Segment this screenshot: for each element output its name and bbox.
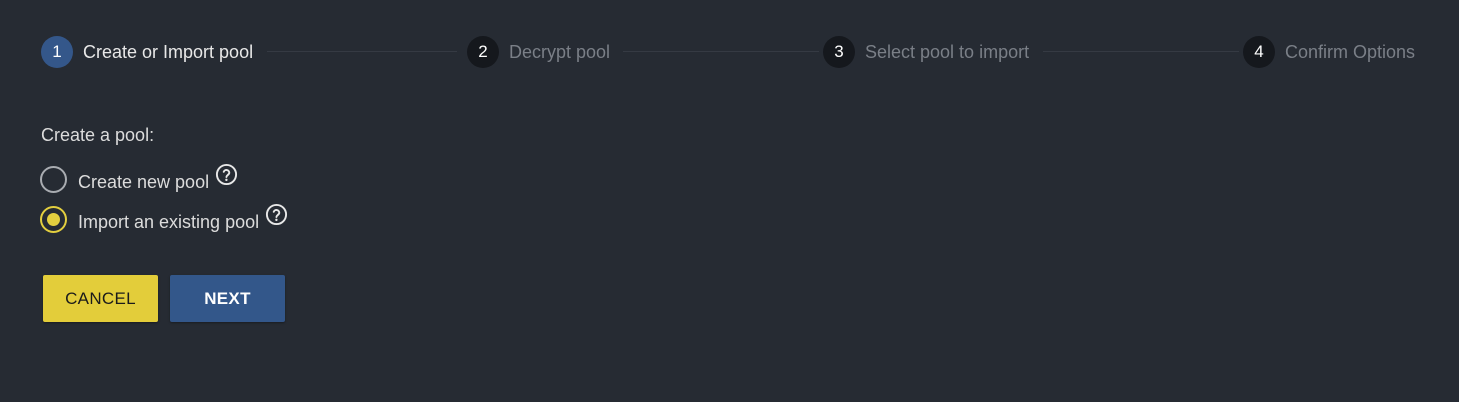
- step-confirm-options[interactable]: 4 Confirm Options: [1243, 36, 1415, 68]
- stepper-connector: [1043, 51, 1239, 52]
- step-label: Select pool to import: [865, 41, 1030, 62]
- option-import-existing-pool[interactable]: Import an existing pool: [40, 203, 288, 233]
- import-existing-pool-radio[interactable]: [40, 205, 67, 233]
- step-label: Decrypt pool: [509, 41, 611, 62]
- step-create-or-import[interactable]: 1 Create or Import pool: [41, 36, 253, 68]
- create-new-pool-label[interactable]: Create new pool: [78, 172, 209, 193]
- step-decrypt-pool[interactable]: 2 Decrypt pool: [467, 36, 610, 68]
- cancel-button[interactable]: CANCEL: [43, 275, 158, 322]
- step-number: 4: [1243, 36, 1275, 68]
- help-circle-icon[interactable]: [215, 163, 238, 186]
- step-number: 1: [41, 36, 73, 68]
- create-new-pool-radio[interactable]: [40, 165, 67, 193]
- step-label: Create or Import pool: [83, 41, 254, 62]
- next-button[interactable]: NEXT: [170, 275, 285, 322]
- step-select-pool[interactable]: 3 Select pool to import: [823, 36, 1029, 68]
- stepper-connector: [623, 51, 819, 52]
- stepper: 1 Create or Import pool 2 Decrypt pool 3…: [41, 36, 1418, 68]
- option-create-new-pool[interactable]: Create new pool: [40, 163, 238, 193]
- import-existing-pool-label[interactable]: Import an existing pool: [78, 212, 259, 233]
- step-number: 3: [823, 36, 855, 68]
- stepper-connector: [267, 51, 457, 52]
- step-number: 2: [467, 36, 499, 68]
- form-title: Create a pool:: [41, 125, 155, 145]
- step-label: Confirm Options: [1285, 41, 1416, 62]
- help-circle-icon[interactable]: [265, 203, 288, 226]
